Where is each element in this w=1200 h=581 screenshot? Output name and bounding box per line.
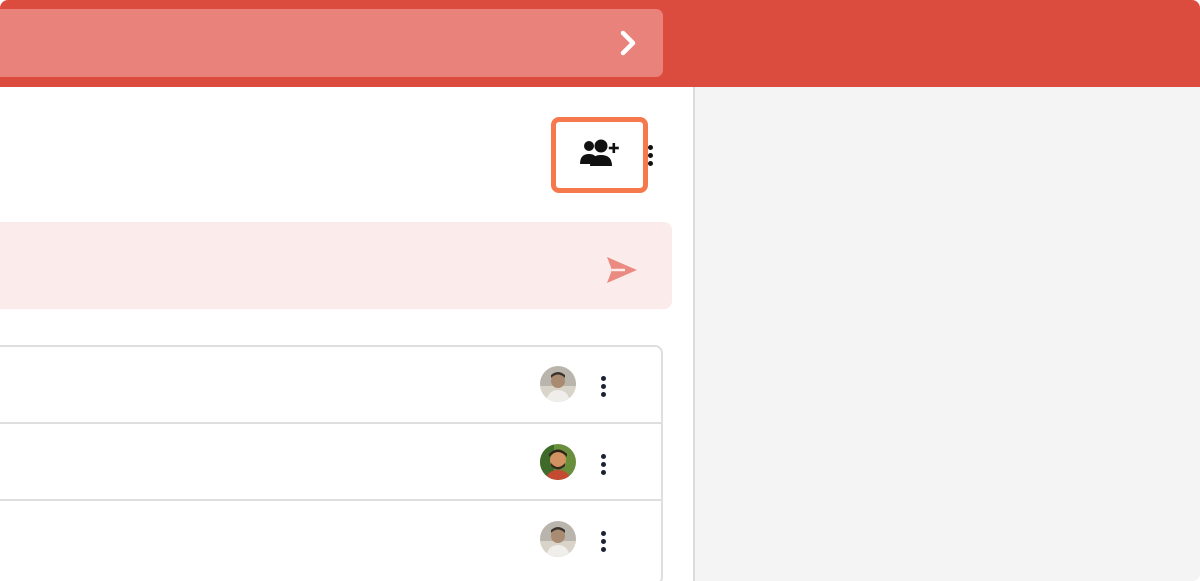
add-member-button[interactable]	[551, 117, 648, 193]
row-menu-icon[interactable]	[599, 373, 607, 399]
search-input[interactable]	[0, 9, 663, 77]
composer-field[interactable]	[0, 222, 672, 309]
chevron-right-icon[interactable]	[612, 27, 644, 59]
top-bar	[0, 0, 1200, 87]
avatar[interactable]	[540, 444, 576, 480]
row-menu-icon[interactable]	[599, 451, 607, 477]
app-window	[0, 0, 1200, 581]
avatar[interactable]	[540, 521, 576, 557]
user-plus-icon	[579, 137, 621, 174]
avatar[interactable]	[540, 366, 576, 402]
detail-pane	[695, 87, 1200, 581]
send-icon[interactable]	[602, 250, 642, 290]
more-options-icon[interactable]	[646, 141, 654, 169]
row-menu-icon[interactable]	[599, 528, 607, 554]
